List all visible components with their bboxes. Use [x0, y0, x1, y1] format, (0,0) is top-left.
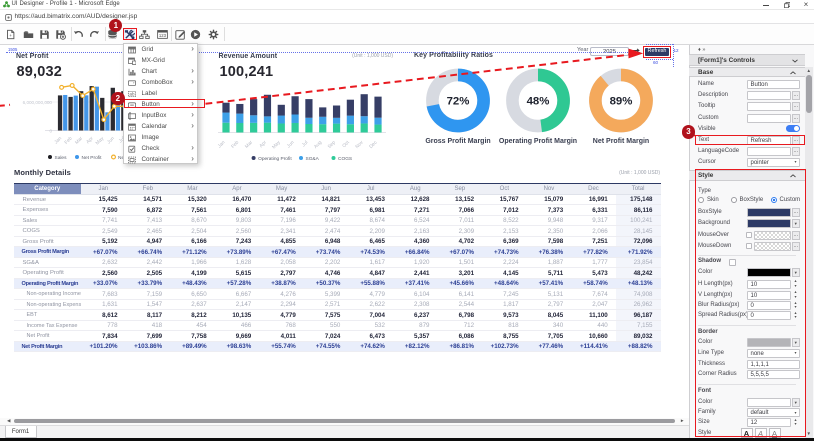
svg-text:123: 123 — [158, 33, 166, 38]
svg-text:Oct: Oct — [341, 139, 351, 149]
svg-text:6,000,000,000: 6,000,000,000 — [23, 100, 53, 105]
svg-text:May: May — [95, 135, 106, 146]
svg-text:0: 0 — [49, 128, 52, 133]
svg-text:Nov: Nov — [354, 139, 365, 150]
svg-text:Operating Profit: Operating Profit — [258, 156, 292, 162]
svg-text:Jun: Jun — [106, 135, 116, 145]
svg-text:89%: 89% — [610, 96, 633, 108]
svg-text:Mar: Mar — [244, 139, 254, 149]
svg-text:May: May — [271, 139, 282, 150]
svg-text:Sep: Sep — [327, 139, 338, 150]
svg-text:Jul: Jul — [301, 140, 310, 149]
svg-text:COGS: COGS — [338, 156, 352, 162]
svg-text:Jun: Jun — [286, 139, 296, 149]
svg-text:Jan: Jan — [217, 139, 227, 149]
svg-text:SG&A: SG&A — [306, 156, 320, 162]
svg-text:Sales: Sales — [55, 155, 68, 161]
svg-text:Mar: Mar — [74, 135, 84, 145]
svg-text:ab: ab — [129, 91, 135, 96]
svg-text:Feb: Feb — [63, 135, 73, 145]
svg-text:Apr: Apr — [258, 139, 268, 149]
svg-text:Aug: Aug — [313, 139, 324, 150]
svg-text:Apr: Apr — [85, 135, 95, 145]
svg-text:Feb: Feb — [230, 139, 240, 149]
svg-text:48%: 48% — [527, 96, 550, 108]
svg-text:Dec: Dec — [368, 139, 379, 150]
svg-text:72%: 72% — [447, 96, 470, 108]
svg-text:+: + — [9, 33, 12, 38]
svg-text:Net Profit: Net Profit — [82, 155, 103, 161]
svg-text:Jan: Jan — [53, 135, 63, 145]
